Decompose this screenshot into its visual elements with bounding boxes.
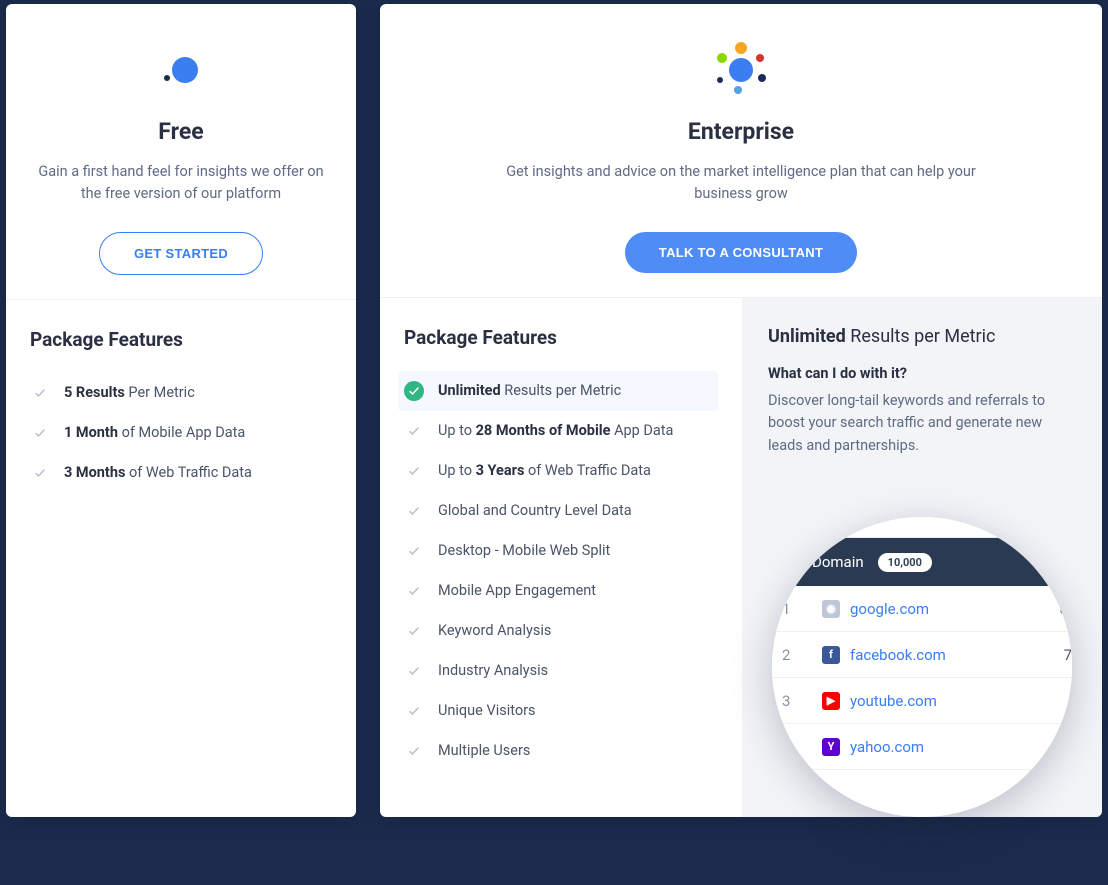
preview-row: Y yahoo.com [772, 724, 1072, 770]
plan-icon-free [30, 32, 332, 104]
preview-site: ▶ youtube.com [822, 692, 1072, 710]
check-icon [404, 741, 424, 761]
preview-site: f facebook.com [822, 646, 1064, 664]
plan-title-free: Free [30, 118, 332, 145]
feature-text: Global and Country Level Data [438, 502, 632, 519]
check-icon [404, 661, 424, 681]
feature-row: 3 Months of Web Traffic Data [30, 453, 332, 493]
plan-icon-enterprise [404, 32, 1078, 104]
feature-text: 3 Months of Web Traffic Data [64, 464, 252, 481]
feature-text: Unique Visitors [438, 702, 536, 719]
feature-text: Multiple Users [438, 742, 530, 759]
check-icon [404, 381, 424, 401]
feature-row[interactable]: Multiple Users [404, 731, 718, 771]
feature-text: Up to 28 Months of Mobile App Data [438, 422, 673, 439]
feature-row[interactable]: Industry Analysis [404, 651, 718, 691]
plan-card-free: Free Gain a first hand feel for insights… [6, 4, 356, 817]
preview-table-header: Domain 10,000 [772, 538, 1072, 586]
feature-row[interactable]: Unlimited Results per Metric [398, 371, 718, 411]
features-enterprise: Package Features Unlimited Results per M… [380, 298, 742, 817]
get-started-button[interactable]: GET STARTED [99, 232, 263, 275]
plan-title-enterprise: Enterprise [404, 118, 1078, 145]
check-icon [404, 621, 424, 641]
feature-text: 1 Month of Mobile App Data [64, 424, 245, 441]
preview-rank: 3 [782, 692, 822, 710]
features-free: Package Features 5 Results Per Metric 1 … [6, 300, 356, 817]
feature-row[interactable]: Up to 3 Years of Web Traffic Data [404, 451, 718, 491]
feature-text: Desktop - Mobile Web Split [438, 542, 610, 559]
preview-site: ◉ google.com [822, 600, 1060, 618]
preview-rank: 2 [782, 646, 822, 664]
favicon: f [822, 646, 840, 664]
feature-text: 5 Results Per Metric [64, 384, 195, 401]
feature-text: Unlimited Results per Metric [438, 382, 621, 399]
features-title-enterprise: Package Features [404, 326, 718, 349]
preview-count-badge: 10,000 [878, 553, 932, 572]
feature-row[interactable]: Desktop - Mobile Web Split [404, 531, 718, 571]
favicon: ▶ [822, 692, 840, 710]
check-icon [404, 541, 424, 561]
plan-card-enterprise: Enterprise Get insights and advice on th… [380, 4, 1102, 817]
check-icon [30, 383, 50, 403]
check-icon [30, 463, 50, 483]
preview-search-bar: ch [772, 517, 1072, 538]
detail-subheading: What can I do with it? [768, 365, 1076, 382]
check-icon [404, 701, 424, 721]
feature-row[interactable]: Keyword Analysis [404, 611, 718, 651]
check-icon [404, 461, 424, 481]
magnifier-preview: ch Domain 10,000 1 ◉ google.com [772, 517, 1072, 817]
preview-rank: 1 [782, 600, 822, 618]
plan-desc-enterprise: Get insights and advice on the market in… [501, 161, 981, 206]
preview-value: 7 [1064, 646, 1072, 664]
preview-row: 1 ◉ google.com 8. [772, 586, 1072, 632]
feature-text: Keyword Analysis [438, 622, 551, 639]
feature-row[interactable]: Global and Country Level Data [404, 491, 718, 531]
favicon: ◉ [822, 600, 840, 618]
feature-detail-panel: Unlimited Results per Metric What can I … [742, 298, 1102, 817]
features-title-free: Package Features [30, 328, 332, 351]
plan-head-enterprise: Enterprise Get insights and advice on th… [380, 4, 1102, 298]
check-icon [404, 421, 424, 441]
check-icon [404, 581, 424, 601]
feature-row: 5 Results Per Metric [30, 373, 332, 413]
search-icon [1032, 517, 1052, 520]
feature-row[interactable]: Up to 28 Months of Mobile App Data [404, 411, 718, 451]
feature-row: 1 Month of Mobile App Data [30, 413, 332, 453]
talk-to-consultant-button[interactable]: TALK TO A CONSULTANT [625, 232, 857, 273]
plan-head-free: Free Gain a first hand feel for insights… [6, 4, 356, 300]
feature-text: Industry Analysis [438, 662, 548, 679]
feature-row[interactable]: Unique Visitors [404, 691, 718, 731]
detail-text: Discover long-tail keywords and referral… [768, 390, 1076, 457]
feature-text: Mobile App Engagement [438, 582, 596, 599]
feature-row[interactable]: Mobile App Engagement [404, 571, 718, 611]
preview-site: Y yahoo.com [822, 738, 1072, 756]
check-icon [30, 423, 50, 443]
check-icon [404, 501, 424, 521]
preview-row: 3 ▶ youtube.com [772, 678, 1072, 724]
detail-title: Unlimited Results per Metric [768, 326, 1076, 347]
plan-desc-free: Gain a first hand feel for insights we o… [30, 161, 332, 206]
preview-row: 2 f facebook.com 7 [772, 632, 1072, 678]
preview-value: 8. [1060, 600, 1072, 618]
favicon: Y [822, 738, 840, 756]
feature-text: Up to 3 Years of Web Traffic Data [438, 462, 651, 479]
